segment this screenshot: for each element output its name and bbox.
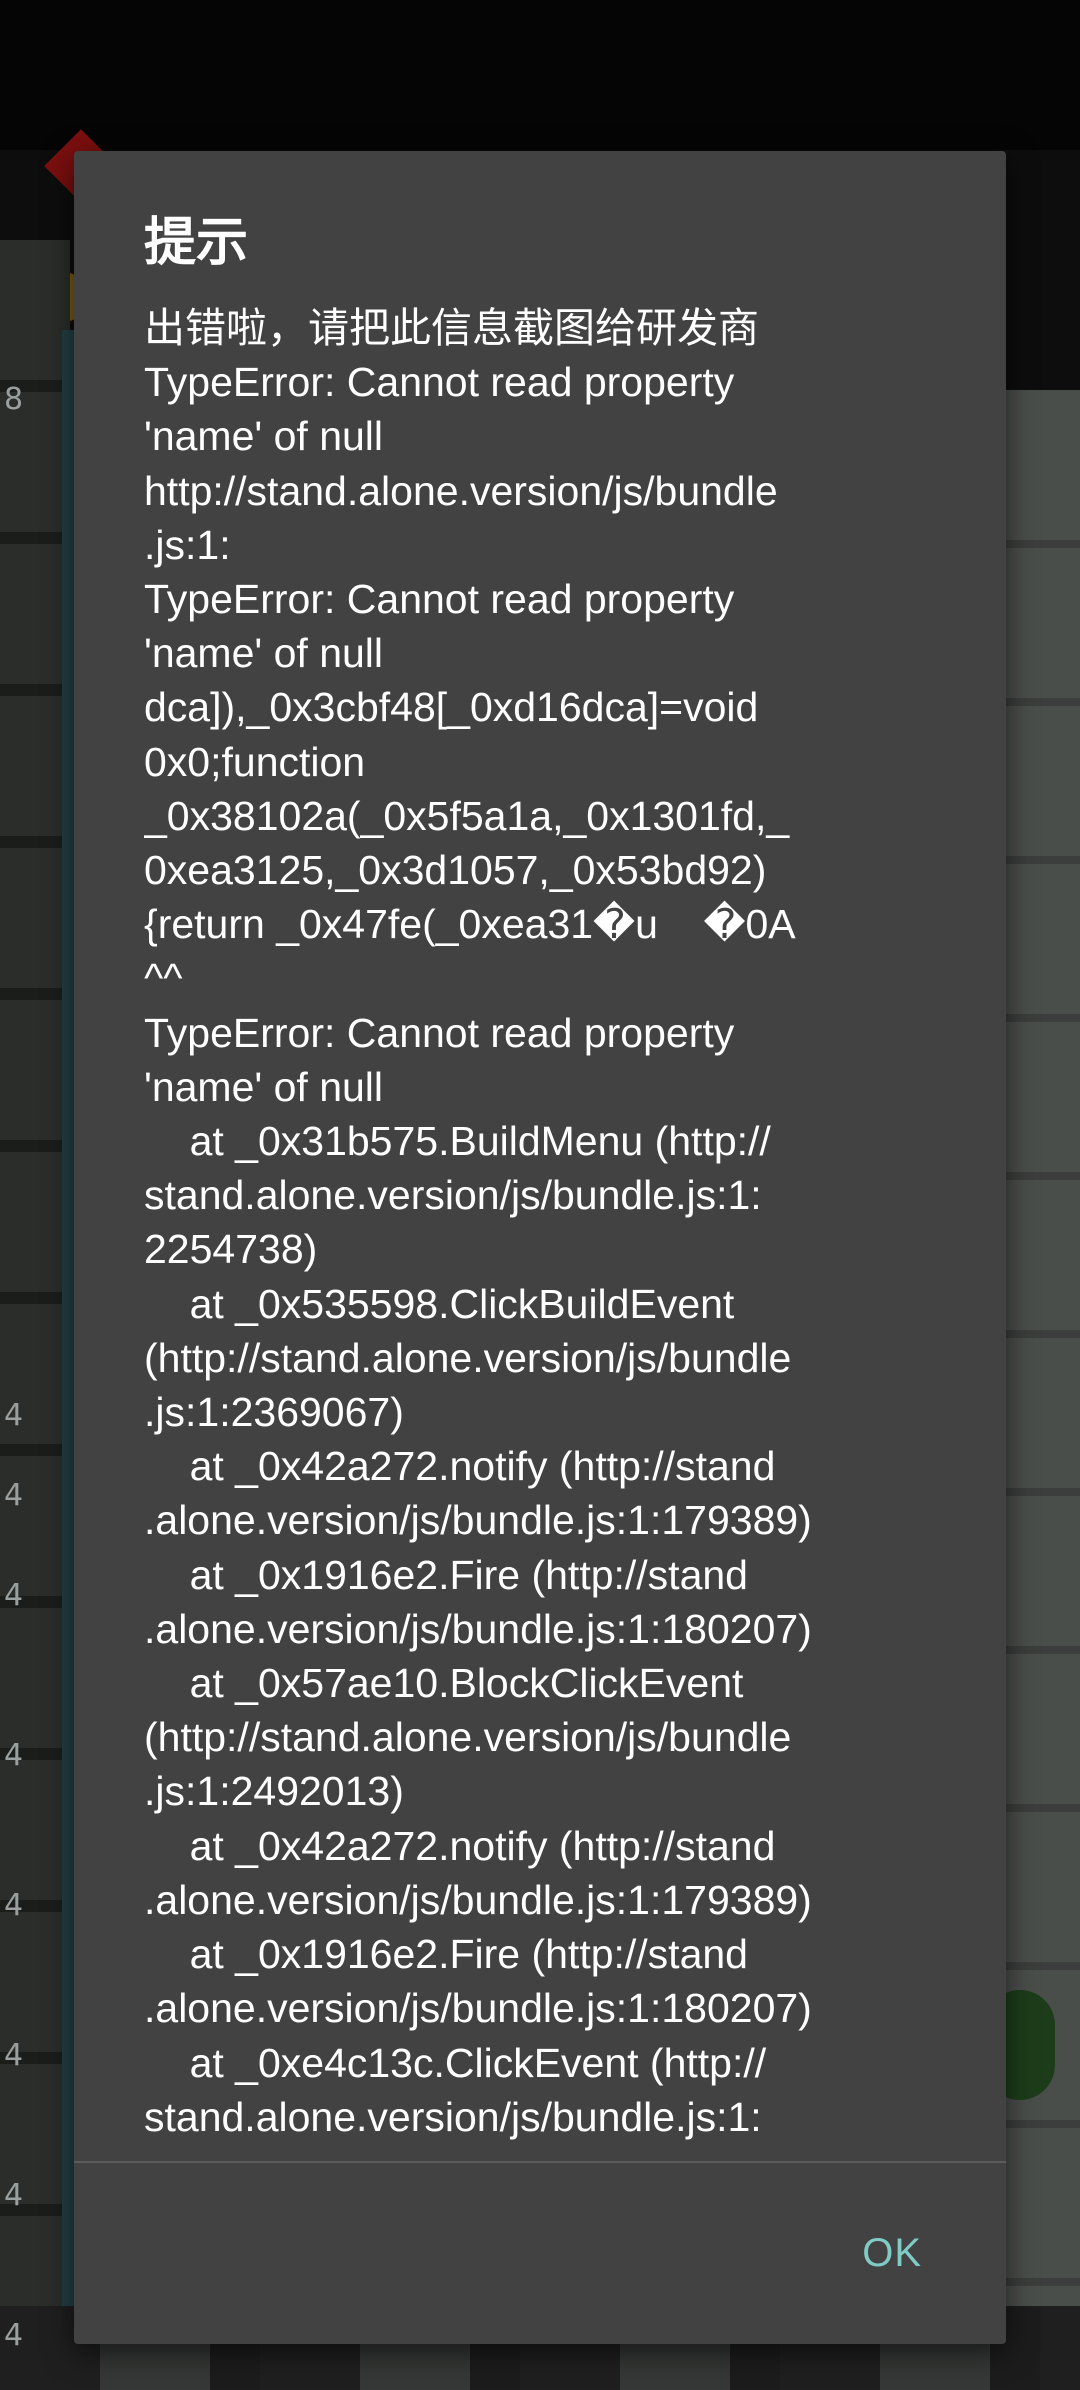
error-message-line: .alone.version/js/bundle.js:1:180207): [144, 1985, 812, 2032]
error-message-line: 'name' of null: [144, 413, 384, 460]
row-number: 4: [4, 1738, 24, 1773]
error-message-line: 'name' of null: [144, 630, 384, 677]
error-message-line: TypeError: Cannot read property: [144, 359, 735, 406]
error-message-line: (http://stand.alone.version/js/bundle: [144, 1714, 792, 1761]
error-message-line: .alone.version/js/bundle.js:1:180207): [144, 1605, 812, 1652]
error-message-line: at _0x1916e2.Fire (http://stand: [144, 1931, 748, 1978]
error-message-line: .alone.version/js/bundle.js:1:179389): [144, 1876, 812, 1923]
error-message-line: at _0x535598.ClickBuildEvent: [144, 1280, 735, 1327]
error-message-line: dca]),_0x3cbf48[_0xd16dca]=void: [144, 684, 759, 731]
ok-button[interactable]: OK: [848, 2219, 936, 2288]
error-message-line: at _0x57ae10.BlockClickEvent: [144, 1660, 744, 1707]
error-message-line: _0x38102a(_0x5f5a1a,_0x1301fd,_: [144, 792, 790, 839]
dialog-actions: OK: [74, 2163, 1006, 2344]
dialog-message-scroll[interactable]: 出错啦，请把此信息截图给研发商 TypeError: Cannot read pr…: [144, 301, 984, 2267]
row-number: 4: [4, 1888, 24, 1923]
row-number: 4: [4, 2178, 24, 2213]
error-message-line: .js:1:: [144, 521, 231, 568]
error-message-line: http://stand.alone.version/js/bundle: [144, 467, 778, 514]
error-message-line: {return _0x47fe(_0xea31�u �0A: [144, 901, 796, 948]
error-message-line: at _0x42a272.notify (http://stand: [144, 1822, 776, 1869]
error-message-line: at _0x1916e2.Fire (http://stand: [144, 1551, 748, 1598]
error-message-line: TypeError: Cannot read property: [144, 576, 735, 623]
dialog-title: 提示: [144, 213, 249, 273]
row-number: 4: [4, 2038, 24, 2073]
error-message-line: 'name' of null: [144, 1063, 384, 1110]
status-bar: [0, 0, 1080, 150]
row-number: 4: [4, 2318, 24, 2353]
row-number: 4: [4, 1578, 24, 1613]
level-number: 8: [4, 382, 24, 417]
row-number: 4: [4, 1398, 24, 1433]
error-dialog: 提示 出错啦，请把此信息截图给研发商 TypeError: Cannot read…: [74, 151, 1006, 2344]
error-message-line: stand.alone.version/js/bundle.js:1:: [144, 2093, 762, 2140]
error-message-line: .js:1:2492013): [144, 1768, 404, 1815]
error-message-line: (http://stand.alone.version/js/bundle: [144, 1334, 792, 1381]
row-number: 4: [4, 1478, 24, 1513]
error-message: 出错啦，请把此信息截图给研发商 TypeError: Cannot read pr…: [144, 301, 984, 2144]
error-message-line: stand.alone.version/js/bundle.js:1:: [144, 1172, 762, 1219]
error-message-line: at _0x42a272.notify (http://stand: [144, 1443, 776, 1490]
error-message-line: .alone.version/js/bundle.js:1:179389): [144, 1497, 812, 1544]
error-message-line: 2254738): [144, 1226, 318, 1273]
error-message-line: TypeError: Cannot read property: [144, 1009, 735, 1056]
error-message-line: ^^: [144, 955, 183, 1002]
error-message-line: at _0x31b575.BuildMenu (http://: [144, 1118, 771, 1165]
error-message-line: 出错啦，请把此信息截图给研发商: [144, 305, 759, 351]
error-message-line: at _0xe4c13c.ClickEvent (http://: [144, 2039, 767, 2086]
error-message-line: 0x0;function: [144, 738, 366, 785]
error-message-line: .js:1:2369067): [144, 1389, 404, 1436]
error-message-line: 0xea3125,_0x3d1057,_0x53bd92): [144, 847, 767, 894]
